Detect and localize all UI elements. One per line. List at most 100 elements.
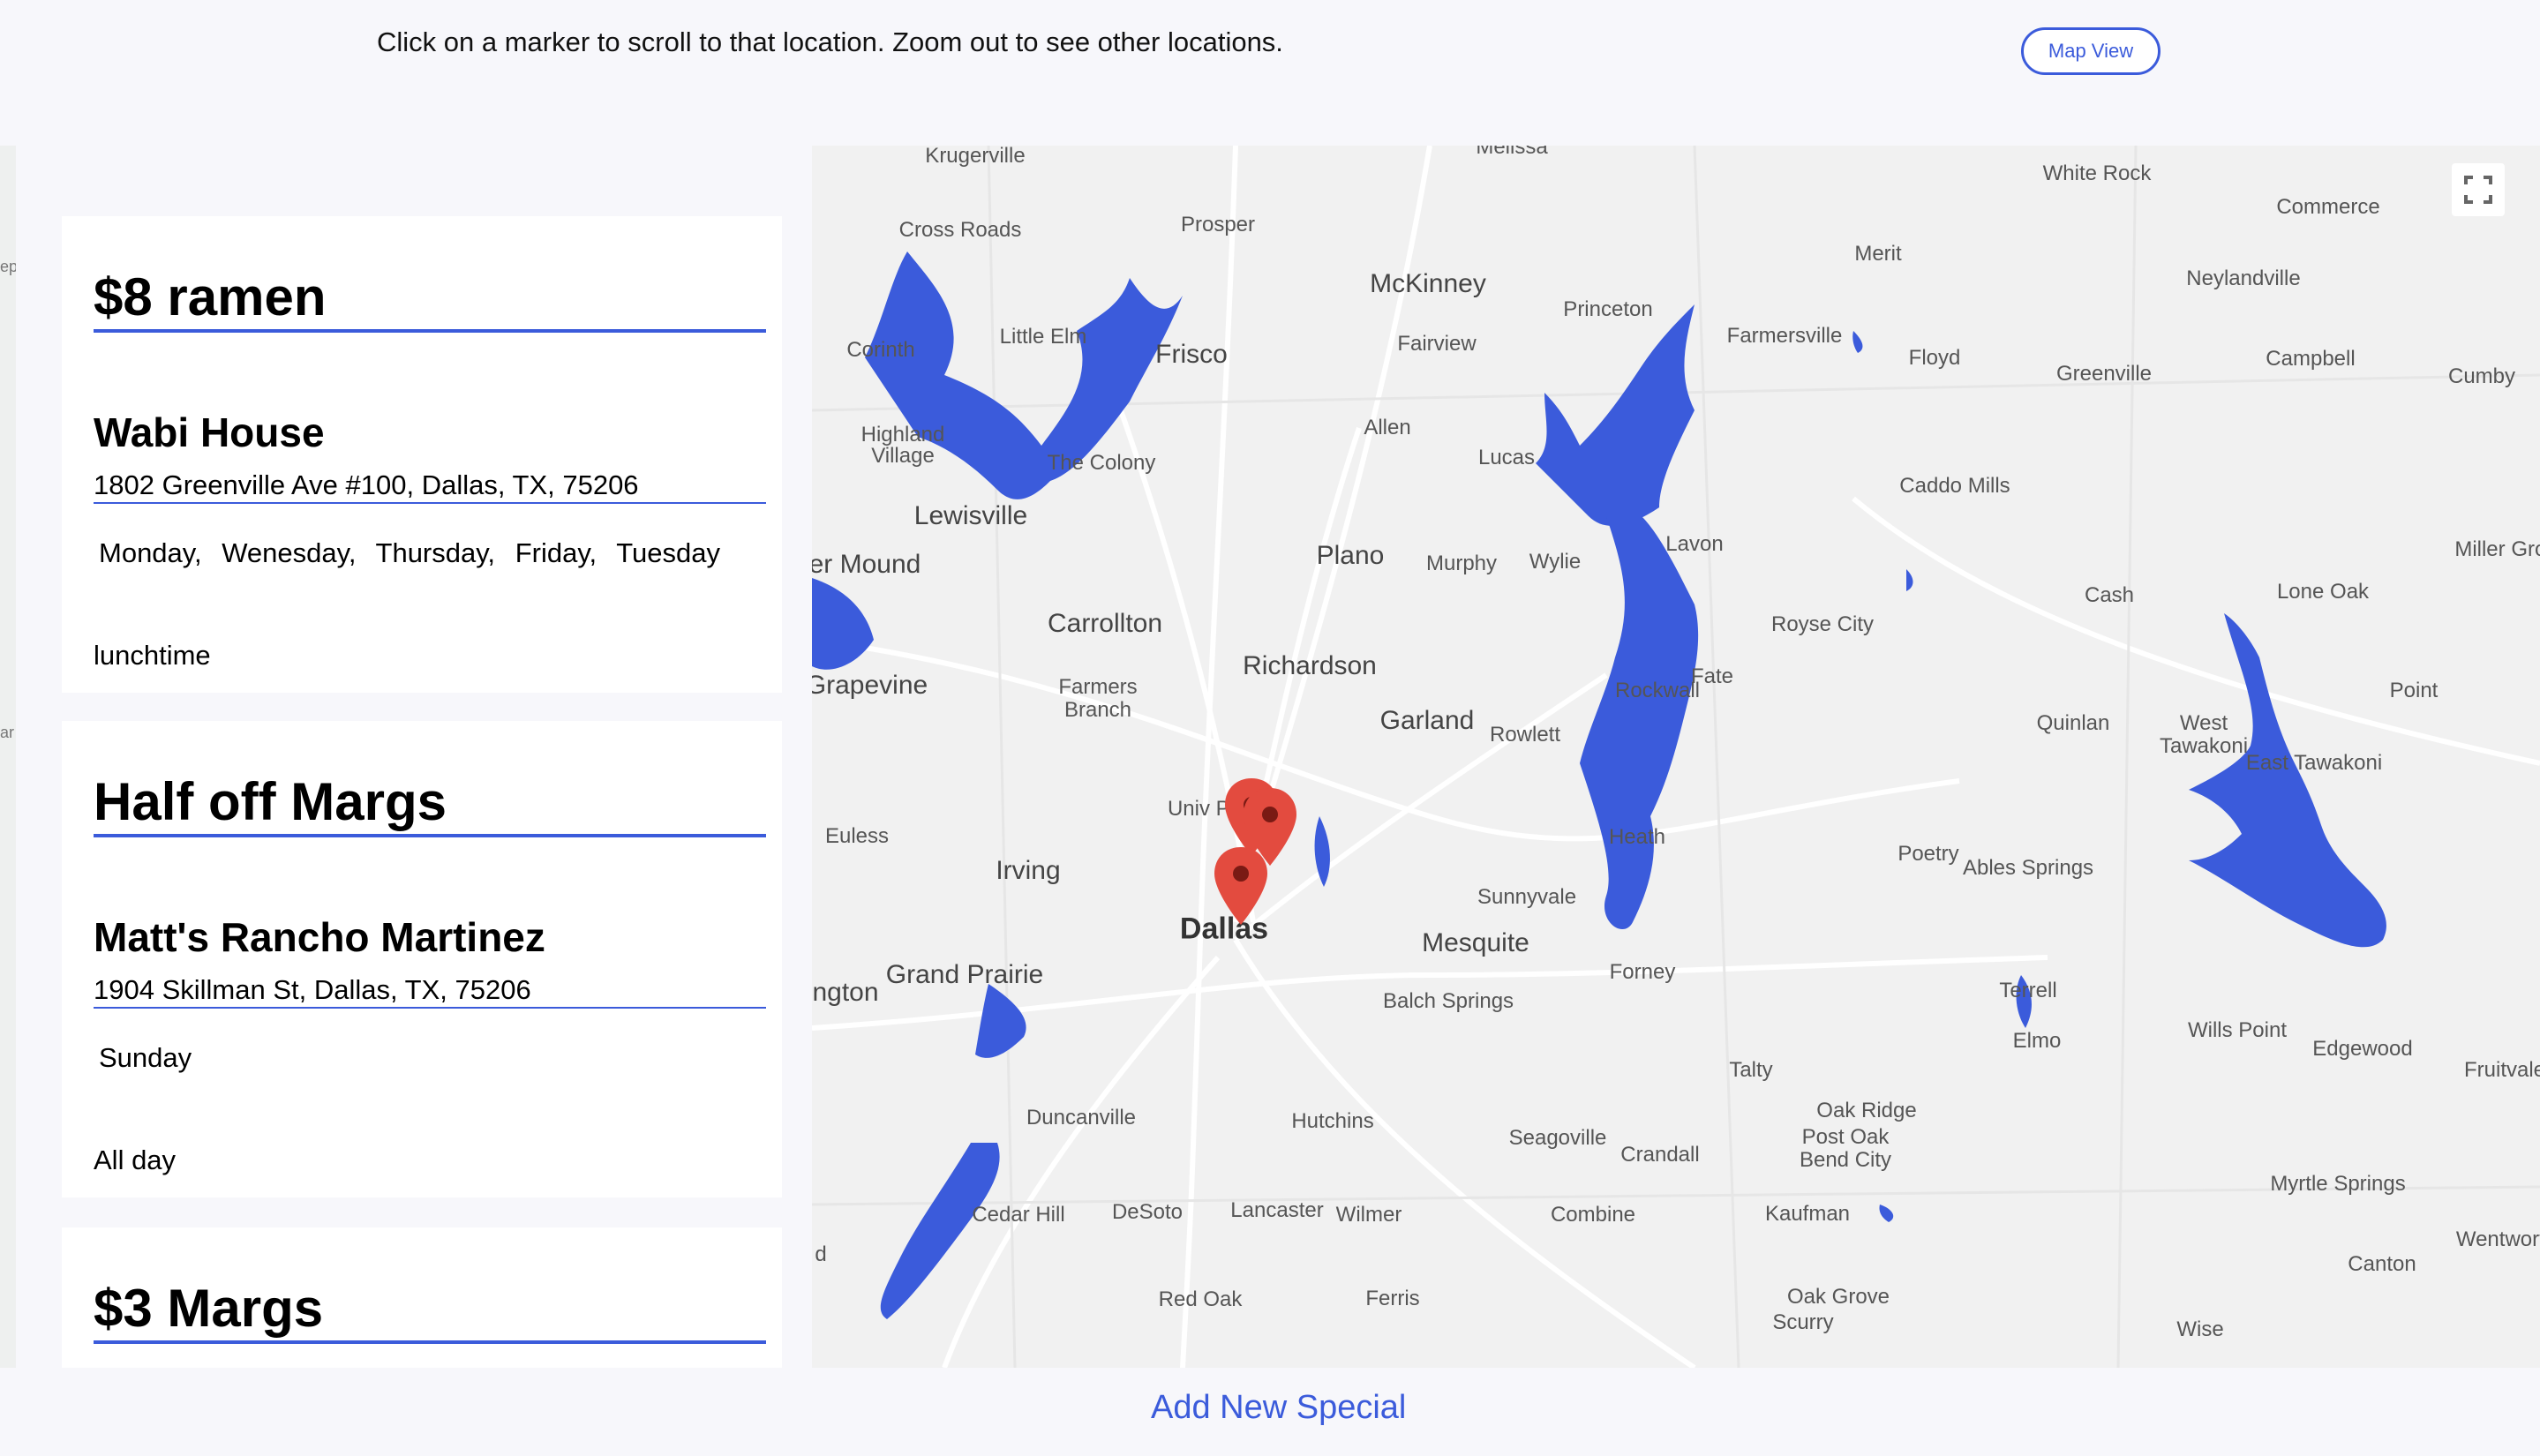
map-label: Cross Roads (898, 218, 1022, 242)
map-label: Lancaster (1230, 1198, 1324, 1222)
map-label: Myrtle Springs (2270, 1172, 2406, 1196)
map-label: Floyd (1908, 346, 1961, 370)
map-label: Post Oak Bend City (1799, 1125, 1892, 1172)
map-label: Point (2389, 679, 2439, 702)
fullscreen-button[interactable] (2452, 163, 2505, 216)
map-label: DeSoto (1111, 1200, 1184, 1224)
map-label: Hutchins (1291, 1109, 1374, 1133)
map-view[interactable]: Krugerville Melissa White Rock Commerce … (812, 146, 2540, 1368)
map-label: Allen (1364, 416, 1411, 439)
map-label: Wentworth (2455, 1227, 2540, 1251)
fullscreen-icon (2464, 176, 2492, 204)
map-label: Edgewood (2312, 1037, 2413, 1061)
map-label: West Tawakoni (2159, 711, 2249, 758)
map-label: Balch Springs (1382, 989, 1514, 1013)
map-label: Frisco (1155, 340, 1228, 369)
map-label: Fruitvale (2463, 1058, 2540, 1082)
header-bar: Click on a marker to scroll to that loca… (0, 0, 2540, 146)
day-label: Thursday, (375, 537, 496, 568)
map-label: Richardson (1243, 651, 1377, 680)
map-label: Lavon (1665, 532, 1724, 556)
map-label: Krugerville (925, 146, 1026, 168)
map-label: Merit (1854, 242, 1902, 266)
map-label: Highland Village (860, 423, 945, 468)
map-label: Neylandville (2186, 266, 2301, 290)
map-label: Wilmer (1335, 1203, 1402, 1227)
map-label: Wylie (1529, 550, 1582, 574)
map-label: Commerce (2276, 195, 2380, 219)
map-label: East Tawakoni (2245, 751, 2383, 775)
restaurant-address: 1802 Greenville Ave #100, Dallas, TX, 75… (94, 469, 766, 504)
map-label: Fairview (1397, 332, 1477, 356)
map-label: Ables Springs (1962, 856, 2094, 880)
map-label: Kaufman (1764, 1202, 1851, 1226)
map-label: Canton (2348, 1252, 2416, 1276)
special-card[interactable]: $3 Margs (62, 1227, 782, 1368)
map-label: Heath (1608, 825, 1666, 849)
map-label: Plano (1316, 541, 1385, 570)
map-label: Forney (1609, 960, 1676, 984)
day-label: Friday, (515, 537, 597, 568)
map-label: Cumby (2447, 364, 2516, 388)
map-label: Farmers Branch (1058, 675, 1138, 722)
map-label: Rowlett (1489, 723, 1561, 747)
map-label: Prosper (1180, 213, 1256, 236)
map-label: Poetry (1897, 842, 1959, 866)
map-label: Greenville (2055, 362, 2153, 386)
map-label: Princeton (1563, 297, 1653, 321)
map-label: d (815, 1242, 827, 1266)
map-label: Lucas (1477, 446, 1536, 469)
map-label: McKinney (1370, 269, 1486, 298)
map-label: Lewisville (913, 501, 1028, 530)
map-label: Talty (1729, 1058, 1773, 1082)
map-label: Campbell (2266, 347, 2356, 371)
left-edge-strip: ep ar (0, 146, 18, 1368)
add-new-special-link[interactable]: Add New Special (1151, 1389, 1406, 1427)
map-label: Cedar Hill (972, 1203, 1065, 1227)
day-label: Monday, (99, 537, 202, 568)
map-label: Ferris (1365, 1287, 1420, 1310)
special-title: $3 Margs (94, 1277, 766, 1344)
map-instructions: Click on a marker to scroll to that loca… (377, 26, 1283, 57)
map-label: ngton (812, 978, 879, 1007)
map-label: Duncanville (1026, 1106, 1137, 1130)
map-label: Sunnyvale (1477, 885, 1577, 909)
map-label: Murphy (1425, 552, 1498, 575)
restaurant-name: Matt's Rancho Martinez (94, 914, 545, 960)
map-label: White Rock (2042, 161, 2152, 185)
specials-list[interactable]: $8 ramen Wabi House 1802 Greenville Ave … (16, 172, 812, 1368)
map-label: Terrell (1999, 979, 2057, 1002)
map-label: Irving (996, 856, 1061, 885)
map-label: Crandall (1620, 1143, 1700, 1167)
map-water (812, 251, 2386, 1319)
map-label: Garland (1379, 706, 1475, 735)
map-label: Scurry (1772, 1310, 1834, 1334)
map-label: Grapevine (812, 671, 928, 700)
map-view-button[interactable]: Map View (2021, 27, 2161, 75)
map-label: Rockwall (1614, 679, 1701, 702)
map-label: Wise (2176, 1317, 2224, 1341)
day-label: Tuesday (616, 537, 720, 568)
map-label: Red Oak (1158, 1287, 1243, 1311)
map-label: Elmo (2012, 1029, 2062, 1053)
map-label: Lone Oak (2276, 580, 2370, 604)
map-label: Seagoville (1508, 1126, 1607, 1150)
special-title: $8 ramen (94, 266, 766, 333)
map-label: Mesquite (1422, 928, 1529, 957)
restaurant-name: Wabi House (94, 409, 325, 455)
special-card[interactable]: $8 ramen Wabi House 1802 Greenville Ave … (62, 216, 782, 693)
special-title: Half off Margs (94, 770, 766, 837)
map-label: Quinlan (2036, 711, 2110, 735)
map-label: Oak Grove (1786, 1285, 1890, 1309)
restaurant-address: 1904 Skillman St, Dallas, TX, 75206 (94, 973, 766, 1009)
day-label: Sunday (99, 1042, 192, 1073)
map-label: Caddo Mills (1899, 474, 2010, 498)
location-marker[interactable] (1214, 847, 1267, 927)
map-label: Grand Prairie (885, 960, 1044, 989)
map-label: er Mound (812, 550, 921, 579)
special-card[interactable]: Half off Margs Matt's Rancho Martinez 19… (62, 721, 782, 1197)
map-label: Carrollton (1047, 609, 1163, 638)
special-time: lunchtime (94, 640, 211, 671)
map-label: Royse City (1770, 612, 1875, 636)
map-label: Corinth (846, 338, 915, 362)
